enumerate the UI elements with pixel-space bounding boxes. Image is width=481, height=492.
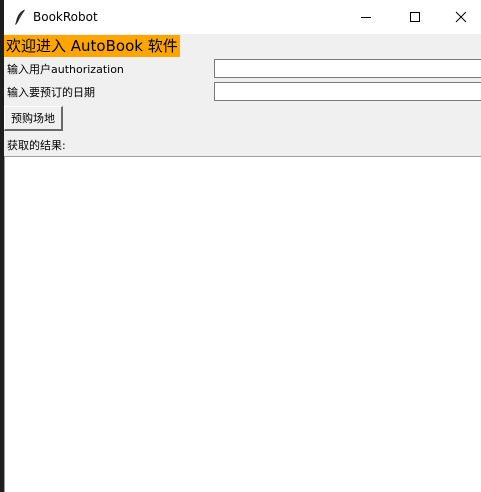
result-text-area[interactable] xyxy=(4,156,481,492)
book-venue-button[interactable]: 预购场地 xyxy=(4,106,63,131)
result-label: 获取的结果: xyxy=(7,139,66,152)
client-area: 欢迎进入 AutoBook 软件 输入用户authorization 输入要预订… xyxy=(4,34,481,492)
title-bar[interactable]: BookRobot xyxy=(4,0,481,34)
date-input[interactable] xyxy=(214,82,481,101)
close-icon xyxy=(455,11,467,23)
minimize-icon xyxy=(361,17,371,18)
maximize-button[interactable] xyxy=(392,0,438,34)
window-left-edge xyxy=(0,0,4,492)
feather-icon xyxy=(14,9,26,25)
window-title: BookRobot xyxy=(33,10,98,24)
close-button[interactable] xyxy=(438,0,481,34)
welcome-banner: 欢迎进入 AutoBook 软件 xyxy=(4,35,180,57)
minimize-button[interactable] xyxy=(343,0,389,34)
date-label: 输入要预订的日期 xyxy=(7,86,95,99)
app-window: BookRobot 欢迎进入 AutoBook 软件 输入用户authoriza… xyxy=(0,0,481,492)
authorization-input[interactable] xyxy=(214,59,481,78)
maximize-icon xyxy=(410,12,420,22)
authorization-label: 输入用户authorization xyxy=(7,63,124,76)
